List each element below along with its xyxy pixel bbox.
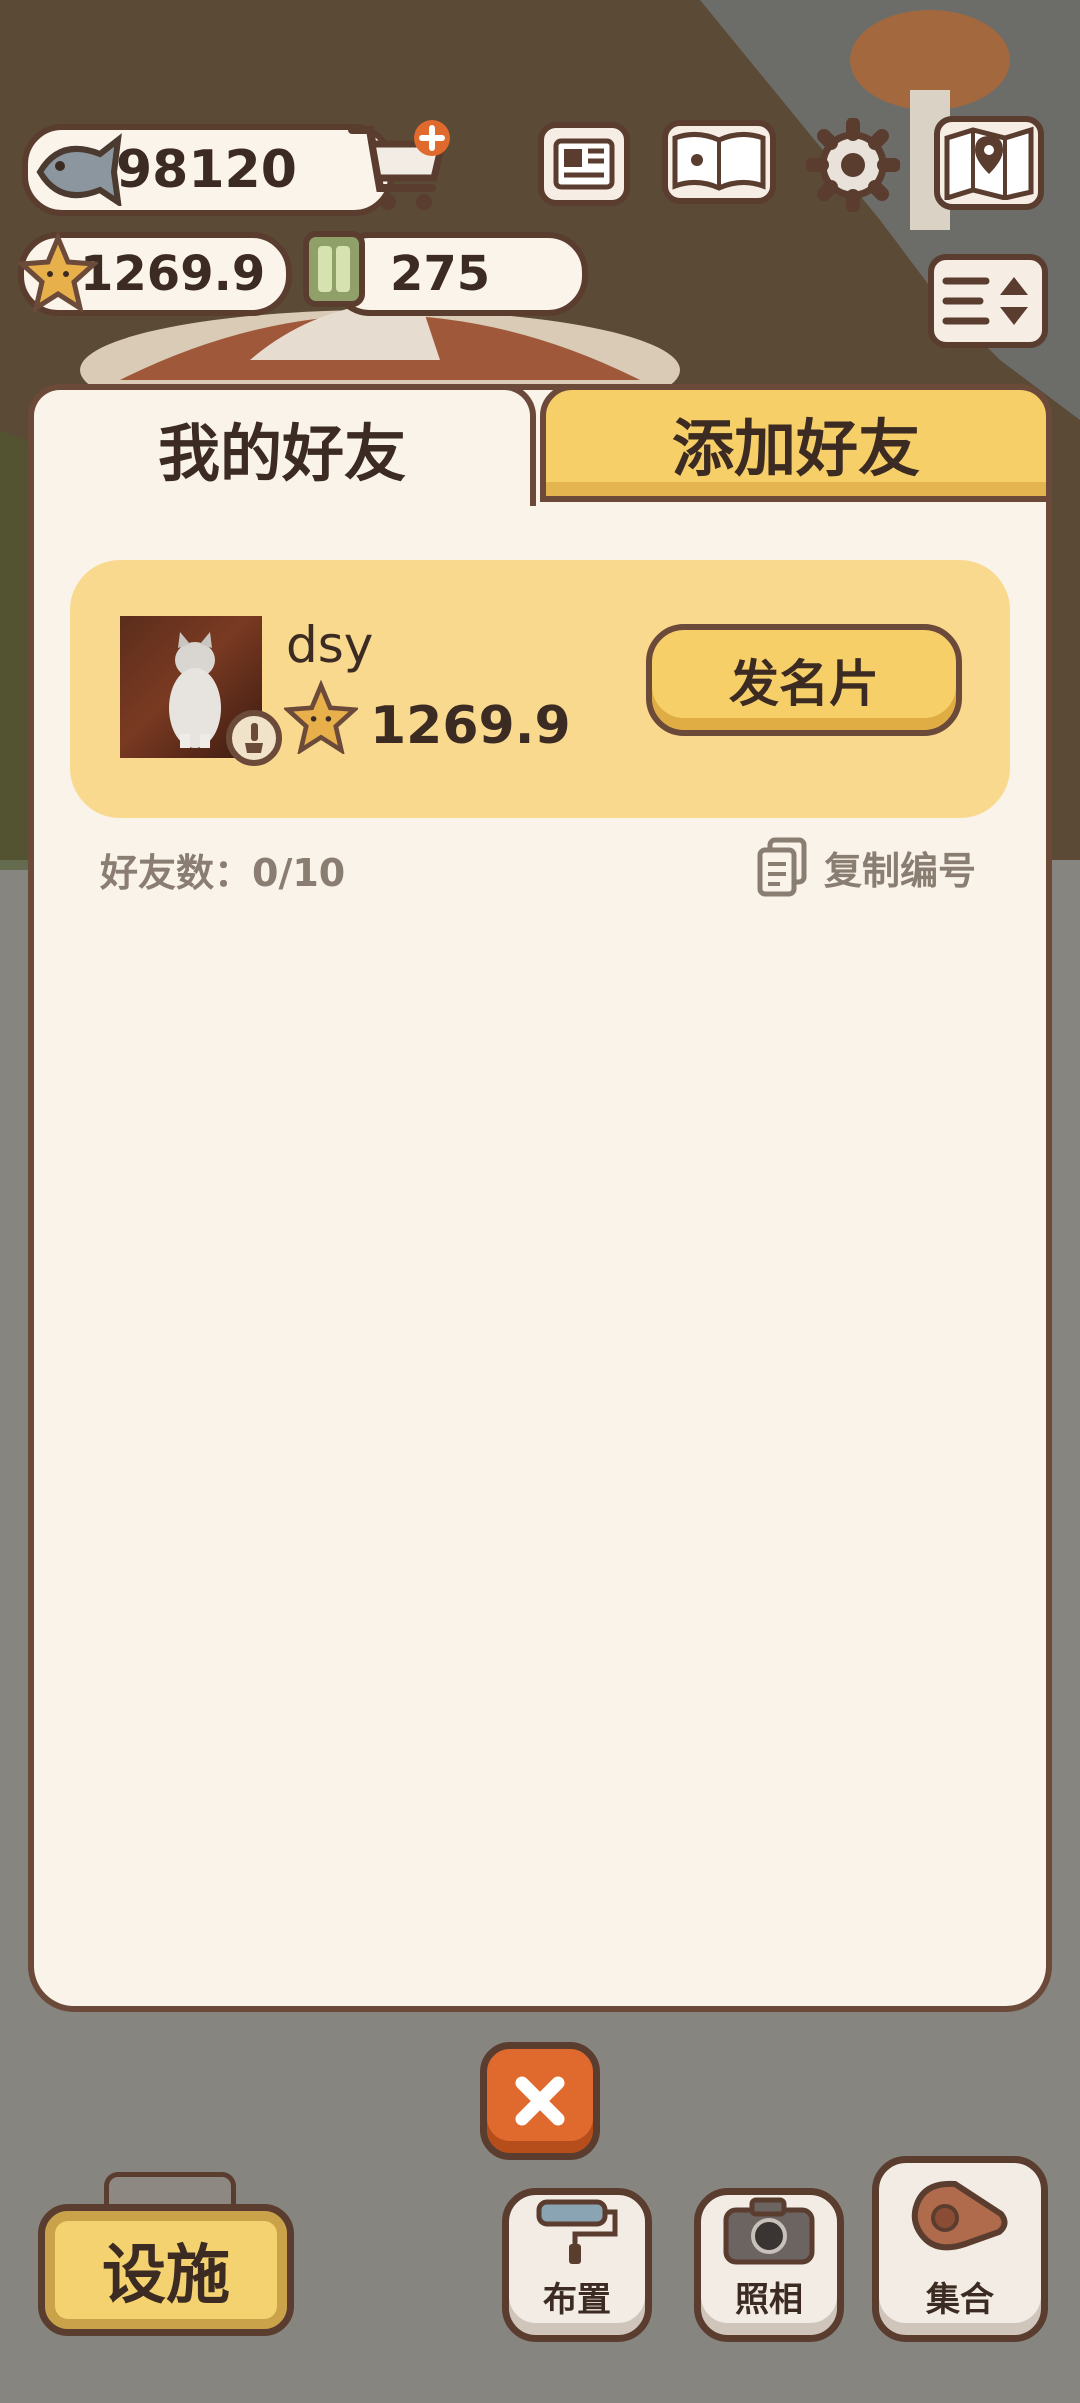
cat-photo <box>169 632 221 748</box>
my-profile-card: dsy 1269.9 发名片 <box>70 560 1010 818</box>
send-card-button[interactable]: 发名片 <box>646 624 962 736</box>
star-icon <box>284 680 358 754</box>
fish-count: 98120 <box>116 140 297 200</box>
player-star-score: 1269.9 <box>370 696 571 756</box>
sort-icon <box>942 277 1028 325</box>
copy-id-label: 复制编号 <box>824 848 977 893</box>
close-button[interactable] <box>480 2042 600 2160</box>
gather-button[interactable]: 集合 <box>872 2156 1048 2342</box>
facility-button[interactable]: 设施 <box>38 2204 294 2336</box>
shop-cart-button[interactable] <box>346 116 456 216</box>
whistle-icon <box>911 2180 1008 2251</box>
camera-icon <box>723 2197 815 2265</box>
map-pin-icon <box>944 126 1034 200</box>
newspaper-icon <box>553 138 615 190</box>
fish-currency-pill: 98120 <box>22 124 394 216</box>
photo-button[interactable]: 照相 <box>694 2188 844 2342</box>
edit-avatar-badge[interactable] <box>226 710 282 766</box>
friend-count-label: 好友数：0/10 <box>100 851 346 895</box>
star-count: 1269.9 <box>80 246 266 302</box>
arrange-label: 布置 <box>543 2280 611 2320</box>
tab-add-friend[interactable]: 添加好友 <box>540 384 1052 502</box>
close-icon <box>515 2076 565 2126</box>
sort-toggle-button[interactable] <box>928 254 1048 348</box>
ticket-icon <box>303 231 365 307</box>
arrange-button[interactable]: 布置 <box>502 2188 652 2342</box>
fish-icon <box>36 133 122 206</box>
map-button[interactable] <box>934 116 1044 210</box>
tab-my-friends[interactable]: 我的好友 <box>28 384 536 506</box>
cart-plus-icon <box>348 120 450 210</box>
copy-icon <box>757 837 807 897</box>
open-book-icon <box>672 132 766 191</box>
photo-label: 照相 <box>735 2280 803 2320</box>
paint-roller-icon <box>536 2199 618 2264</box>
player-name: dsy <box>286 616 374 674</box>
album-button[interactable] <box>662 120 776 204</box>
news-button[interactable] <box>538 122 630 206</box>
star-icon <box>18 232 98 312</box>
star-currency-pill: 1269.9 <box>18 232 292 316</box>
copy-id-button[interactable]: 复制编号 <box>756 836 976 898</box>
brush-icon <box>245 723 263 753</box>
gather-label: 集合 <box>926 2280 994 2320</box>
ticket-count: 275 <box>390 246 491 302</box>
ticket-currency-pill: 275 <box>330 232 588 316</box>
settings-button[interactable] <box>805 117 901 213</box>
gear-icon <box>805 117 901 213</box>
